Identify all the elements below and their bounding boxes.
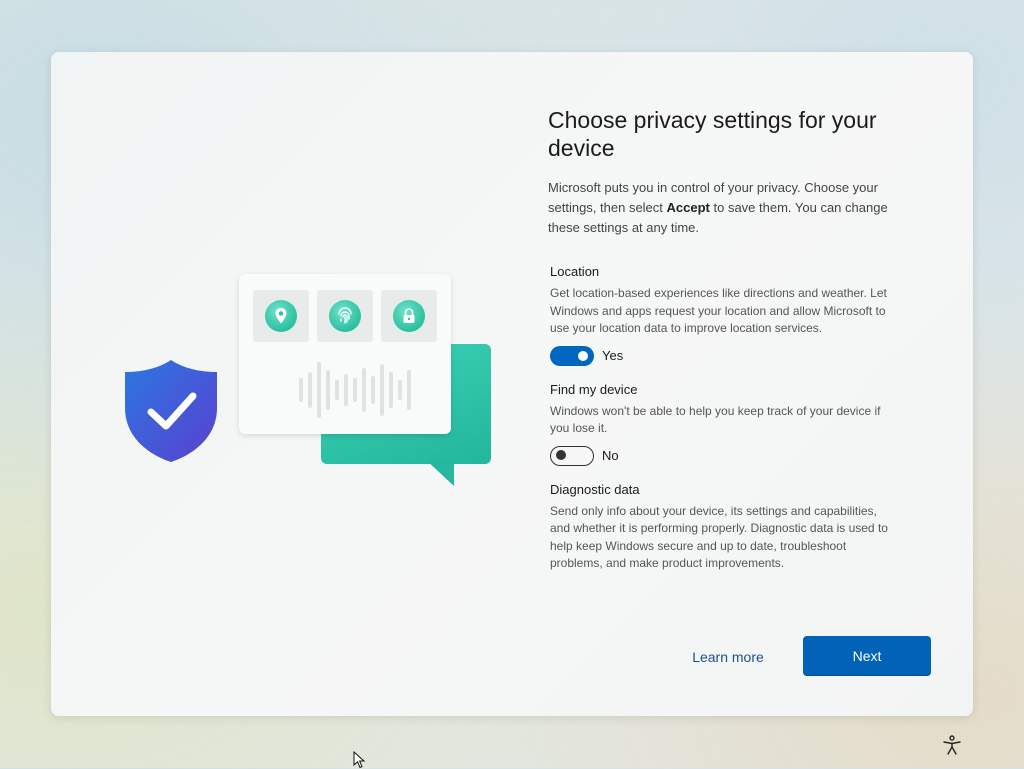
setting-description: Windows won't be able to help you keep t… [550, 403, 881, 436]
find-my-device-toggle-state: No [602, 448, 619, 463]
location-toggle[interactable] [550, 345, 594, 366]
setting-find-my-device: Find my device Windows won't be able to … [550, 380, 895, 466]
privacy-illustration [121, 272, 491, 492]
learn-more-link[interactable]: Learn more [673, 637, 783, 677]
setting-title: Diagnostic data [550, 481, 640, 497]
page-title: Choose privacy settings for your device [548, 107, 877, 161]
setting-description: Send only info about your device, its se… [550, 503, 888, 571]
find-my-device-toggle[interactable] [550, 445, 594, 466]
lock-icon [393, 300, 425, 332]
location-pin-icon [265, 300, 297, 332]
setting-diagnostic-data: Diagnostic data Send only info about you… [550, 480, 895, 573]
privacy-settings-card: Choose privacy settings for your device … [51, 52, 973, 716]
location-toggle-state: Yes [602, 348, 624, 363]
settings-scroll-area[interactable]: Location Get location-based experiences … [550, 262, 895, 610]
accept-emphasis: Accept [666, 200, 710, 215]
location-tile [253, 290, 309, 342]
chat-bubble-tail [426, 460, 454, 486]
shield-check-icon [125, 360, 217, 462]
setting-title: Find my device [550, 381, 638, 397]
intro-text: Microsoft puts you in control of your pr… [548, 180, 888, 235]
setting-location: Location Get location-based experiences … [550, 262, 895, 366]
setting-title: Location [550, 264, 600, 279]
mouse-cursor-icon [353, 751, 366, 769]
fingerprint-icon [329, 300, 361, 332]
lock-tile [381, 290, 437, 342]
next-button[interactable]: Next [803, 636, 931, 676]
setting-description: Get location-based experiences like dire… [550, 286, 887, 335]
voice-wave-graphic [299, 362, 429, 418]
permissions-panel-graphic [239, 274, 451, 434]
accessibility-icon[interactable] [941, 734, 963, 756]
fingerprint-tile [317, 290, 373, 342]
